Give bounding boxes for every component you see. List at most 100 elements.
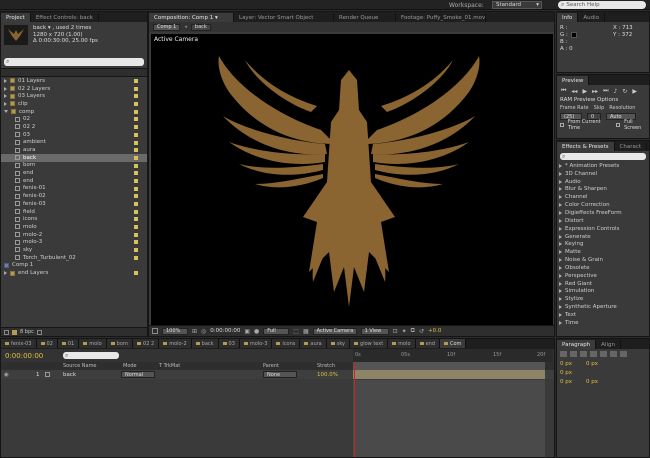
tab-effect-controls[interactable]: Effect Controls: back (31, 13, 99, 22)
project-item[interactable]: comp (1, 108, 147, 116)
effects-category[interactable]: Color Correction (557, 201, 649, 209)
expand-icon[interactable] (559, 163, 562, 168)
expand-icon[interactable] (559, 250, 562, 255)
timeline-tab[interactable]: 03 (218, 339, 240, 348)
project-item[interactable]: 02 2 Layers (1, 85, 147, 93)
time-ruler[interactable]: 0s 05s 10f 15f 20f (353, 349, 553, 362)
label-color-swatch[interactable] (134, 240, 138, 245)
expand-icon[interactable] (4, 86, 7, 91)
col-source-name[interactable]: Source Name (63, 363, 97, 369)
layer-parent-select[interactable]: None (263, 371, 297, 378)
effects-category[interactable]: Audio (557, 178, 649, 186)
play-icon[interactable]: ▶ (582, 88, 587, 95)
project-item[interactable]: end (1, 177, 147, 185)
label-color-swatch[interactable] (134, 248, 138, 253)
expand-icon[interactable] (4, 78, 7, 83)
project-item[interactable]: clip (1, 100, 147, 108)
prev-frame-icon[interactable]: ◂◂ (571, 88, 577, 95)
audio-icon[interactable]: ♪ (614, 88, 618, 95)
expand-icon[interactable] (559, 320, 562, 325)
grid-icon[interactable]: ⊞ (192, 328, 197, 335)
effects-category[interactable]: Time (557, 319, 649, 327)
effects-category[interactable]: Channel (557, 193, 649, 201)
workspace-select[interactable]: Standard ▾ (492, 1, 542, 9)
expand-icon[interactable] (559, 305, 562, 310)
label-color-swatch[interactable] (134, 94, 138, 99)
label-color-swatch[interactable] (134, 217, 138, 222)
project-item[interactable]: end Layers (1, 269, 147, 277)
label-color-swatch[interactable] (134, 140, 138, 145)
expand-icon[interactable] (559, 297, 562, 302)
label-color-swatch[interactable] (134, 155, 138, 160)
effects-search-input[interactable]: ⌕ (560, 153, 646, 160)
project-item[interactable]: end (1, 169, 147, 177)
label-color-swatch[interactable] (134, 209, 138, 214)
resolution-select[interactable]: Full (263, 327, 290, 335)
expand-icon[interactable] (559, 171, 562, 176)
project-item[interactable]: field (1, 208, 147, 216)
effects-category[interactable]: Perspective (557, 272, 649, 280)
timeline-tab[interactable]: molo-3 (239, 339, 273, 348)
col-stretch[interactable]: Stretch (317, 363, 335, 369)
timeline-tab[interactable]: Com (440, 339, 467, 348)
expand-icon[interactable] (559, 218, 562, 223)
timeline-tab[interactable]: aura (300, 339, 327, 348)
label-color-swatch[interactable] (134, 79, 138, 83)
timeline-search-input[interactable]: ⌕ (63, 352, 119, 359)
camera-select[interactable]: Active Camera (312, 327, 357, 335)
effects-category[interactable]: Synthetic Aperture (557, 303, 649, 311)
flowchart-icon[interactable]: ⧉ (411, 327, 415, 335)
timeline-tab[interactable]: molo (79, 339, 107, 348)
expand-icon[interactable] (559, 258, 562, 263)
label-color-swatch[interactable] (134, 86, 138, 91)
exposure-value[interactable]: +0.0 (428, 328, 441, 334)
subtab-back[interactable]: back (190, 23, 211, 31)
label-color-swatch[interactable] (134, 148, 138, 153)
loop-icon[interactable]: ↻ (622, 88, 627, 95)
timeline-tab[interactable]: back (191, 339, 219, 348)
project-item[interactable]: molo-3 (1, 238, 147, 246)
project-item[interactable]: fenix-01 (1, 185, 147, 193)
zoom-select[interactable]: 100% (162, 327, 188, 335)
timeline-tab[interactable]: born (106, 339, 134, 348)
project-item[interactable]: fenix-03 (1, 200, 147, 208)
region-icon[interactable]: ⬚ (293, 328, 299, 335)
layer-stretch[interactable]: 100.0% (317, 372, 338, 378)
label-color-swatch[interactable] (134, 202, 138, 206)
tab-preview[interactable]: Preview (557, 76, 590, 85)
timeline-timecode[interactable]: 0:00:00:00 (5, 352, 43, 360)
label-color-swatch[interactable] (134, 178, 138, 183)
col-parent[interactable]: Parent (263, 363, 279, 369)
project-item[interactable]: 03 (1, 131, 147, 139)
label-color-swatch[interactable] (134, 171, 138, 176)
expand-icon[interactable] (4, 94, 7, 99)
space-after-field[interactable]: 0 px (586, 379, 598, 385)
interpret-footage-icon[interactable] (4, 329, 9, 335)
ram-preview-icon[interactable]: ▶ (632, 88, 637, 95)
last-frame-icon[interactable]: ⏭ (603, 87, 608, 95)
work-area-bar[interactable] (353, 362, 545, 370)
exposure-reset-icon[interactable]: ↺ (419, 328, 424, 335)
expand-icon[interactable] (559, 234, 562, 239)
timeline-graph-area[interactable] (353, 380, 545, 457)
first-frame-icon[interactable]: ⏮ (561, 87, 566, 95)
project-item[interactable]: molo (1, 223, 147, 231)
project-item[interactable]: Torch_Turbulent_02 (1, 254, 147, 262)
expand-icon[interactable] (4, 271, 7, 276)
timeline-tab[interactable]: end (415, 339, 440, 348)
trash-icon[interactable] (36, 329, 42, 335)
layer-mode-select[interactable]: Normal (121, 371, 155, 378)
expand-icon[interactable] (559, 312, 562, 317)
expand-icon[interactable] (4, 101, 7, 106)
effects-category[interactable]: Text (557, 311, 649, 319)
layer-duration-bar[interactable] (353, 370, 545, 379)
effects-category[interactable]: Expression Controls (557, 225, 649, 233)
project-item[interactable]: fenix-02 (1, 192, 147, 200)
justify-center-icon[interactable] (600, 351, 607, 357)
tab-layer[interactable]: Layer: Vector Smart Object (234, 13, 334, 22)
expand-icon[interactable] (559, 226, 562, 231)
timeline-tab[interactable]: 01 (57, 339, 80, 348)
expand-icon[interactable] (559, 281, 562, 286)
project-item[interactable]: Comp 1 (1, 262, 147, 270)
project-item[interactable]: molo-2 (1, 231, 147, 239)
